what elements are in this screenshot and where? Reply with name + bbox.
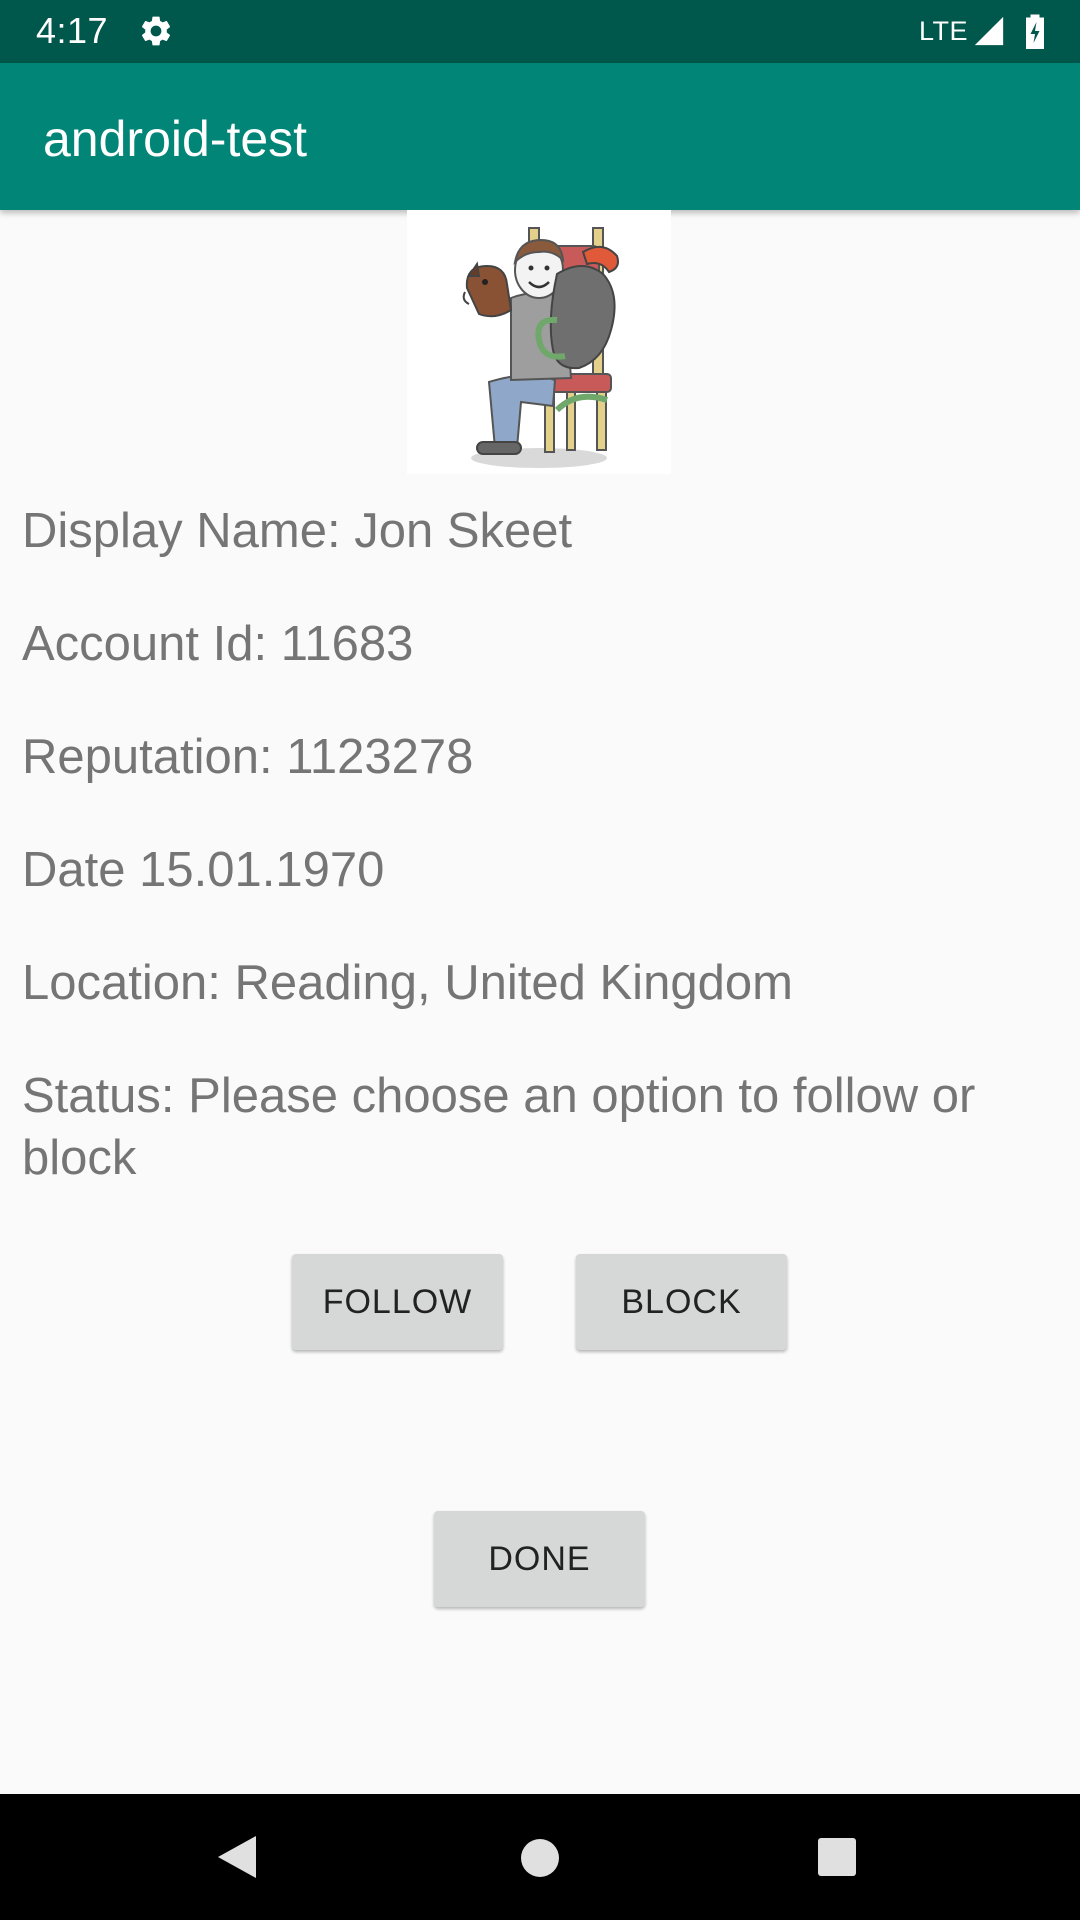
signal-icon: [974, 16, 1004, 46]
status-text: Status: Please choose an option to follo…: [22, 1069, 976, 1185]
avatar-illustration: [462, 227, 619, 468]
status-time: 4:17: [36, 10, 109, 51]
status-bar: 4:17 LTE: [0, 0, 1080, 63]
network-type: LTE: [918, 16, 968, 46]
battery-icon: [1026, 14, 1044, 49]
reputation-text: Reputation: 1123278: [22, 730, 474, 784]
block-button[interactable]: BLOCK: [576, 1254, 787, 1350]
recents-icon[interactable]: [817, 1837, 857, 1877]
follow-button[interactable]: FOLLOW: [292, 1254, 503, 1350]
display-name-text: Display Name: Jon Skeet: [22, 504, 573, 558]
account-id-text: Account Id: 11683: [22, 617, 414, 671]
gear-icon: [141, 16, 171, 46]
back-icon[interactable]: [216, 1834, 258, 1880]
location-text: Location: Reading, United Kingdom: [22, 956, 793, 1010]
home-icon[interactable]: [519, 1837, 561, 1879]
app-title: android-test: [43, 111, 308, 167]
app-bar: android-test: [0, 63, 1080, 210]
status-indicators: LTE: [919, 11, 1046, 51]
date-text: Date 15.01.1970: [22, 843, 385, 897]
navigation-bar: [0, 1794, 1080, 1920]
done-button[interactable]: DONE: [434, 1511, 645, 1607]
avatar: [407, 210, 671, 474]
